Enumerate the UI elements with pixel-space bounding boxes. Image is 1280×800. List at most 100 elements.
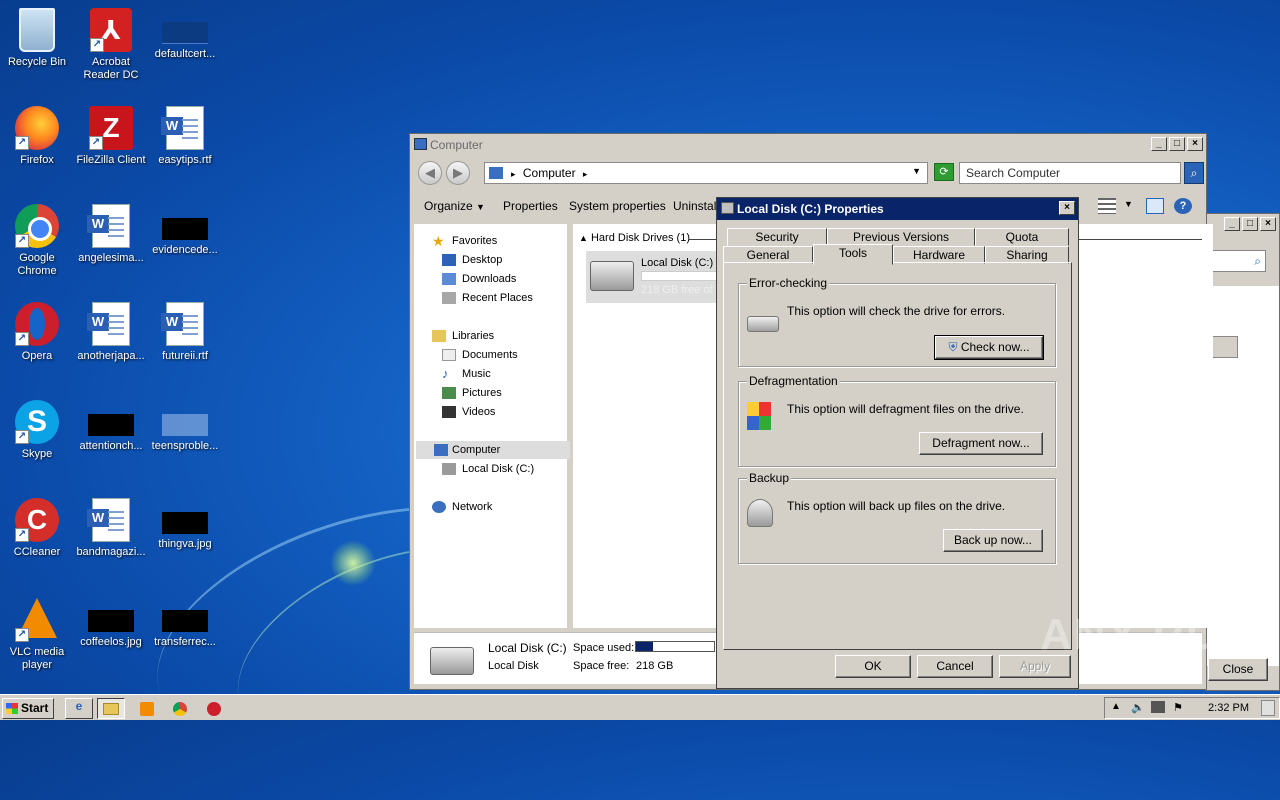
desktop-icon-vlc[interactable]: ↗ VLC media player — [0, 596, 74, 672]
back-button[interactable]: ◀ — [418, 161, 442, 185]
close-button[interactable]: Close — [1208, 658, 1268, 681]
desktop-icon-defaultcert[interactable]: defaultcert... — [148, 8, 222, 61]
dialog-titlebar[interactable]: Local Disk (C:) Properties × — [717, 198, 1078, 220]
desktop-icon-chrome[interactable]: ↗ Google Chrome — [0, 204, 74, 278]
ccleaner-icon: C ↗ — [15, 498, 59, 542]
cancel-button[interactable]: Cancel — [917, 655, 993, 678]
start-button[interactable]: Start — [2, 698, 54, 719]
nav-computer[interactable]: Computer — [416, 441, 570, 459]
desktop-icon-label: evidencede... — [152, 244, 218, 256]
minimize-button[interactable]: _ — [1151, 137, 1167, 151]
desktop-icon-easytips[interactable]: W easytips.rtf — [148, 106, 222, 167]
system-tray: ▲ 🔈 ⚑ 2:32 PM — [1104, 697, 1280, 719]
group-header[interactable]: ▲ Hard Disk Drives (1) — [579, 232, 690, 244]
libraries-icon — [432, 330, 446, 342]
volume-icon[interactable]: 🔈 — [1131, 701, 1145, 714]
desktop-icon-futureii[interactable]: W futureii.rtf — [148, 302, 222, 363]
search-input[interactable]: Search Computer — [959, 162, 1181, 184]
explorer-titlebar[interactable]: Computer _ □ × — [410, 134, 1206, 156]
hard-drive-icon — [430, 647, 474, 675]
maximize-button[interactable]: □ — [1242, 217, 1258, 231]
desktop-icon-ccleaner[interactable]: C ↗ CCleaner — [0, 498, 74, 559]
space-free-label: Space free: — [573, 660, 630, 672]
nav-music[interactable]: ♪ Music — [442, 365, 491, 383]
maximize-button[interactable]: □ — [1169, 137, 1185, 151]
back-up-now-button[interactable]: Back up now... — [943, 529, 1043, 552]
shortcut-arrow-icon: ↗ — [15, 136, 29, 150]
nav-pictures[interactable]: Pictures — [442, 384, 502, 402]
chevron-down-icon[interactable]: ▼ — [1124, 199, 1133, 209]
star-icon: ★ — [432, 233, 445, 249]
nav-recent-places[interactable]: Recent Places — [442, 289, 533, 307]
network-icon[interactable] — [1151, 701, 1165, 713]
internet-explorer-icon[interactable]: e — [65, 698, 93, 719]
computer-icon — [414, 138, 427, 150]
properties-button[interactable]: Properties — [503, 199, 558, 213]
nav-videos[interactable]: Videos — [442, 403, 495, 421]
desktop-icon-transferrec[interactable]: transferrec... — [148, 596, 222, 649]
chrome-icon: ↗ — [15, 204, 59, 248]
nav-network[interactable]: Network — [432, 498, 492, 516]
minimize-button[interactable]: _ — [1224, 217, 1240, 231]
local-disk-tile[interactable]: Local Disk (C:) 218 GB free of — [586, 251, 736, 303]
search-icon[interactable]: ⌕ — [1184, 162, 1204, 184]
system-properties-button[interactable]: System properties — [569, 199, 666, 213]
desktop-icon-filezilla[interactable]: Z ↗ FileZilla Client — [74, 106, 148, 167]
desktop-icon-skype[interactable]: S ↗ Skype — [0, 400, 74, 461]
desktop-icon-firefox[interactable]: ↗ Firefox — [0, 106, 74, 167]
show-hidden-icons-icon[interactable]: ▲ — [1111, 701, 1121, 712]
desktop-icon-label: easytips.rtf — [158, 154, 212, 166]
desktop-icon-thingva[interactable]: thingva.jpg — [148, 498, 222, 551]
nav-favorites[interactable]: ★ Favorites — [432, 232, 497, 250]
desktop-icon-opera[interactable]: ↗ Opera — [0, 302, 74, 363]
desktop-icon-acrobat[interactable]: ⅄ ↗ Acrobat Reader DC — [74, 8, 148, 82]
properties-dialog[interactable]: Local Disk (C:) Properties × Security Pr… — [716, 197, 1079, 689]
show-desktop-button[interactable] — [1261, 700, 1275, 716]
tab-row-back: Security Previous Versions Quota — [727, 228, 1072, 247]
address-bar[interactable]: ▸ Computer ▸ ▼ — [484, 162, 928, 184]
view-options-icon[interactable] — [1098, 198, 1116, 214]
taskbar: Start e ▲ 🔈 ⚑ 2:32 PM — [0, 694, 1280, 720]
check-now-button[interactable]: ⛨ Check now... — [934, 335, 1044, 360]
nav-local-disk[interactable]: Local Disk (C:) — [442, 460, 534, 478]
file-thumbnail-icon — [162, 610, 208, 632]
desktop-icon-evidencede[interactable]: evidencede... — [148, 204, 222, 257]
windows-explorer-taskbar-button[interactable] — [97, 698, 125, 719]
media-player-icon[interactable] — [133, 698, 161, 719]
refresh-button[interactable]: ⟳ — [934, 163, 954, 181]
search-input[interactable]: ⌕ — [1206, 250, 1266, 272]
nav-downloads[interactable]: Downloads — [442, 270, 516, 288]
nav-documents[interactable]: Documents — [442, 346, 518, 364]
action-center-flag-icon[interactable]: ⚑ — [1173, 701, 1183, 714]
desktop-icon-bandmagazi[interactable]: W bandmagazi... — [74, 498, 148, 559]
close-button[interactable]: × — [1187, 137, 1203, 151]
nav-desktop[interactable]: Desktop — [442, 251, 502, 269]
tab-tools[interactable]: Tools — [813, 244, 893, 265]
uninstall-button[interactable]: Uninstall — [673, 199, 719, 213]
defragment-now-button[interactable]: Defragment now... — [919, 432, 1043, 455]
ok-button[interactable]: OK — [835, 655, 911, 678]
desktop-icon-angelesima[interactable]: W angelesima... — [74, 204, 148, 265]
tab-quota[interactable]: Quota — [975, 228, 1069, 246]
search-icon: ⌕ — [1254, 254, 1261, 268]
help-icon[interactable]: ? — [1174, 198, 1192, 214]
forward-button[interactable]: ▶ — [446, 161, 470, 185]
nav-libraries[interactable]: Libraries — [432, 327, 494, 345]
chevron-down-icon[interactable]: ▼ — [912, 166, 921, 176]
tab-security[interactable]: Security — [727, 228, 827, 246]
desktop-icon-coffeelos[interactable]: coffeelos.jpg — [74, 596, 148, 649]
file-thumbnail-icon — [162, 22, 208, 44]
clock[interactable]: 2:32 PM — [1208, 702, 1249, 714]
desktop-icon-anotherjapa[interactable]: W anotherjapa... — [74, 302, 148, 363]
desktop-icon-teensproble[interactable]: teensproble... — [148, 400, 222, 453]
opera-taskbar-icon[interactable] — [200, 698, 228, 719]
desktop-icon-recycle-bin[interactable]: Recycle Bin — [0, 8, 74, 69]
vlc-icon: ↗ — [15, 598, 59, 642]
chrome-taskbar-icon[interactable] — [166, 698, 194, 719]
group-description: This option will check the drive for err… — [787, 304, 1006, 318]
preview-pane-icon[interactable] — [1146, 198, 1164, 214]
desktop-icon-attentionch[interactable]: attentionch... — [74, 400, 148, 453]
organize-button[interactable]: Organize ▼ — [424, 199, 485, 213]
close-button[interactable]: × — [1260, 217, 1276, 231]
close-button[interactable]: × — [1059, 201, 1075, 215]
